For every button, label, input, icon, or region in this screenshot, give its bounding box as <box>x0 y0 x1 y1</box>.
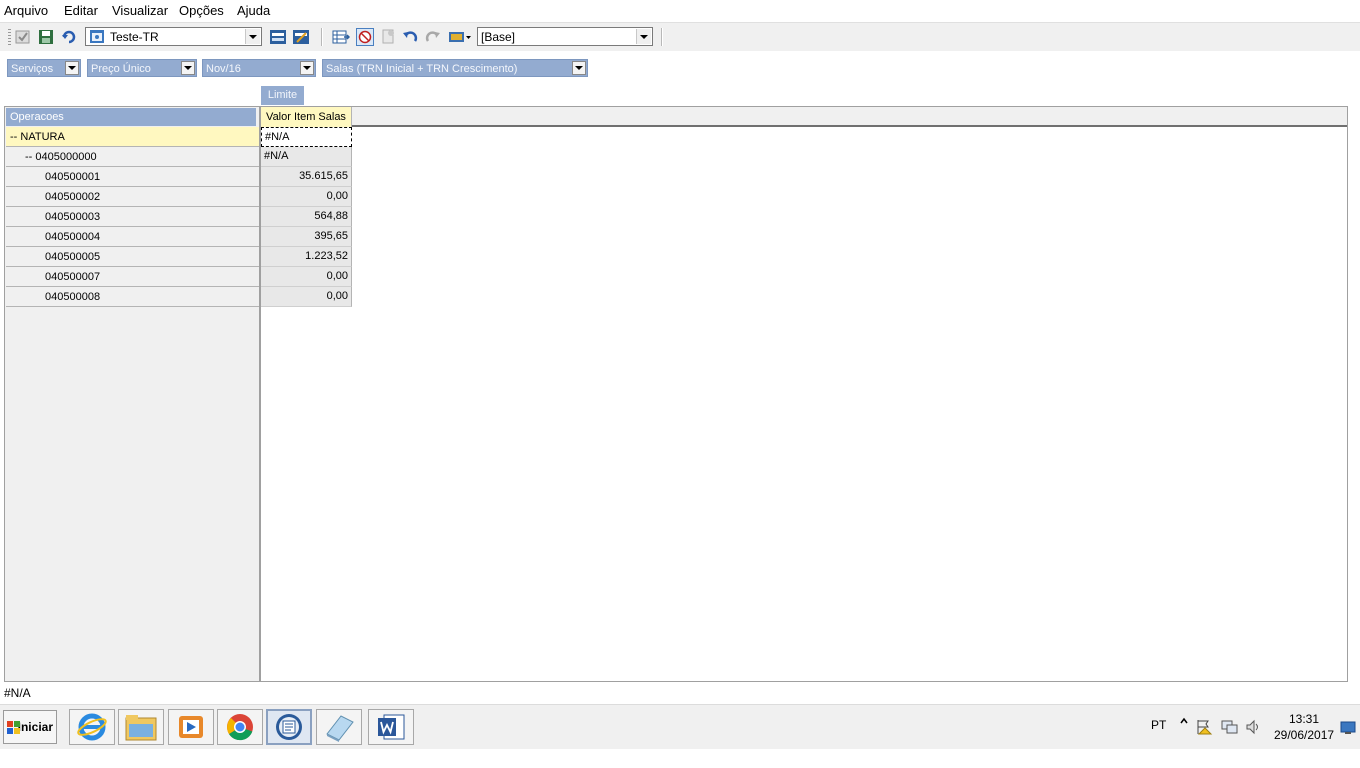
menu-visualizar[interactable]: Visualizar <box>112 3 168 18</box>
toolbar: Teste-TR [Base] <box>0 22 1360 52</box>
start-button[interactable]: Iniciar <box>3 710 57 744</box>
chevron-down-icon[interactable] <box>245 29 260 44</box>
filter-label: Preço Único <box>91 63 151 75</box>
word-icon[interactable] <box>368 709 414 745</box>
tree-row[interactable]: 040500005 <box>6 247 259 267</box>
check-icon[interactable] <box>14 28 32 46</box>
grid-cell[interactable]: 1.223,52 <box>261 247 352 267</box>
internet-explorer-icon[interactable] <box>69 709 115 745</box>
scenario-value: Teste-TR <box>110 30 159 44</box>
main-area: Limite Operacoes -- NATURA -- 0405000000… <box>4 86 1348 682</box>
grid-cell[interactable]: 35.615,65 <box>261 167 352 187</box>
filter-servicos[interactable]: Serviços <box>7 59 81 77</box>
tree-row[interactable]: -- NATURA <box>6 127 259 147</box>
toolbar-separator <box>321 28 323 46</box>
data-grid: Valor Item Salas #N/A #N/A 35.615,65 0,0… <box>260 106 1348 682</box>
filter-label: Serviços <box>11 63 54 75</box>
grid-cell[interactable]: #N/A <box>261 147 352 167</box>
show-desktop-icon[interactable] <box>1340 721 1356 738</box>
windows-logo-icon <box>7 721 20 734</box>
version-value: [Base] <box>481 30 516 44</box>
layers-dropdown-icon[interactable] <box>447 28 473 46</box>
redo-icon[interactable] <box>424 28 442 46</box>
notepad-icon[interactable] <box>316 709 362 745</box>
grid-cell[interactable]: 564,88 <box>261 207 352 227</box>
language-indicator[interactable]: PT <box>1151 718 1166 732</box>
stop-icon[interactable] <box>356 28 374 46</box>
volume-icon[interactable] <box>1245 718 1263 739</box>
grid-cell[interactable]: 0,00 <box>261 267 352 287</box>
filter-periodo[interactable]: Nov/16 <box>202 59 316 77</box>
chevron-down-icon[interactable] <box>636 29 651 44</box>
grid-cell[interactable]: 0,00 <box>261 287 352 307</box>
operations-header[interactable]: Operacoes <box>6 108 256 126</box>
cell-reference-text: #N/A <box>4 686 31 700</box>
network-icon[interactable] <box>1220 718 1238 739</box>
database-icon[interactable] <box>269 28 287 46</box>
tab-limite[interactable]: Limite <box>261 86 304 105</box>
filter-label: Nov/16 <box>206 63 241 75</box>
operations-panel: Operacoes -- NATURA -- 0405000000 040500… <box>4 106 260 682</box>
chevron-down-icon[interactable] <box>572 61 586 75</box>
folder-icon[interactable] <box>118 709 164 745</box>
start-label: Iniciar <box>17 720 53 734</box>
refresh-icon[interactable] <box>60 28 78 46</box>
tree-row[interactable]: 040500004 <box>6 227 259 247</box>
tree-row[interactable]: 040500007 <box>6 267 259 287</box>
toolbar-grip[interactable] <box>8 29 11 45</box>
menu-bar: Arquivo Editar Visualizar Opções Ajuda <box>0 0 1360 21</box>
planning-app-icon[interactable] <box>266 709 312 745</box>
clock-date[interactable]: 29/06/2017 <box>1274 728 1334 742</box>
taskbar: Iniciar PT 13:31 29/06/2017 <box>0 704 1360 749</box>
media-player-icon[interactable] <box>168 709 214 745</box>
tree-row[interactable]: 040500003 <box>6 207 259 227</box>
tree-row[interactable]: 040500008 <box>6 287 259 307</box>
chevron-down-icon[interactable] <box>300 61 314 75</box>
column-header[interactable]: Valor Item Salas <box>261 107 352 127</box>
filter-preco[interactable]: Preço Único <box>87 59 197 77</box>
tree-row[interactable]: 040500002 <box>6 187 259 207</box>
action-center-icon[interactable] <box>1196 718 1214 739</box>
filter-bar: Serviços Preço Único Nov/16 Salas (TRN I… <box>0 51 1360 84</box>
scenario-icon <box>90 30 104 43</box>
column-header-bar: Valor Item Salas <box>261 107 1347 127</box>
grid-export-icon[interactable] <box>332 28 350 46</box>
tree-row[interactable]: 040500001 <box>6 167 259 187</box>
filter-salas[interactable]: Salas (TRN Inicial + TRN Crescimento) <box>322 59 588 77</box>
menu-opcoes[interactable]: Opções <box>179 3 224 18</box>
filter-label: Salas (TRN Inicial + TRN Crescimento) <box>326 63 518 75</box>
toolbar-separator <box>661 28 663 46</box>
grid-cell[interactable]: 395,65 <box>261 227 352 247</box>
tree-row[interactable]: -- 0405000000 <box>6 147 259 167</box>
version-select[interactable]: [Base] <box>477 27 653 46</box>
menu-ajuda[interactable]: Ajuda <box>237 3 270 18</box>
chevron-down-icon[interactable] <box>65 61 79 75</box>
clock-time[interactable]: 13:31 <box>1289 712 1319 726</box>
undo-icon[interactable] <box>401 28 419 46</box>
grid-cell[interactable]: #N/A <box>261 127 352 147</box>
scenario-select[interactable]: Teste-TR <box>85 27 262 46</box>
grid-cell[interactable]: 0,00 <box>261 187 352 207</box>
database-edit-icon[interactable] <box>292 28 310 46</box>
chevron-down-icon[interactable] <box>181 61 195 75</box>
chrome-icon[interactable] <box>217 709 263 745</box>
document-icon[interactable] <box>379 28 397 46</box>
save-icon[interactable] <box>37 28 55 46</box>
menu-arquivo[interactable]: Arquivo <box>4 3 48 18</box>
chevron-up-icon[interactable] <box>1179 716 1189 731</box>
menu-editar[interactable]: Editar <box>64 3 98 18</box>
